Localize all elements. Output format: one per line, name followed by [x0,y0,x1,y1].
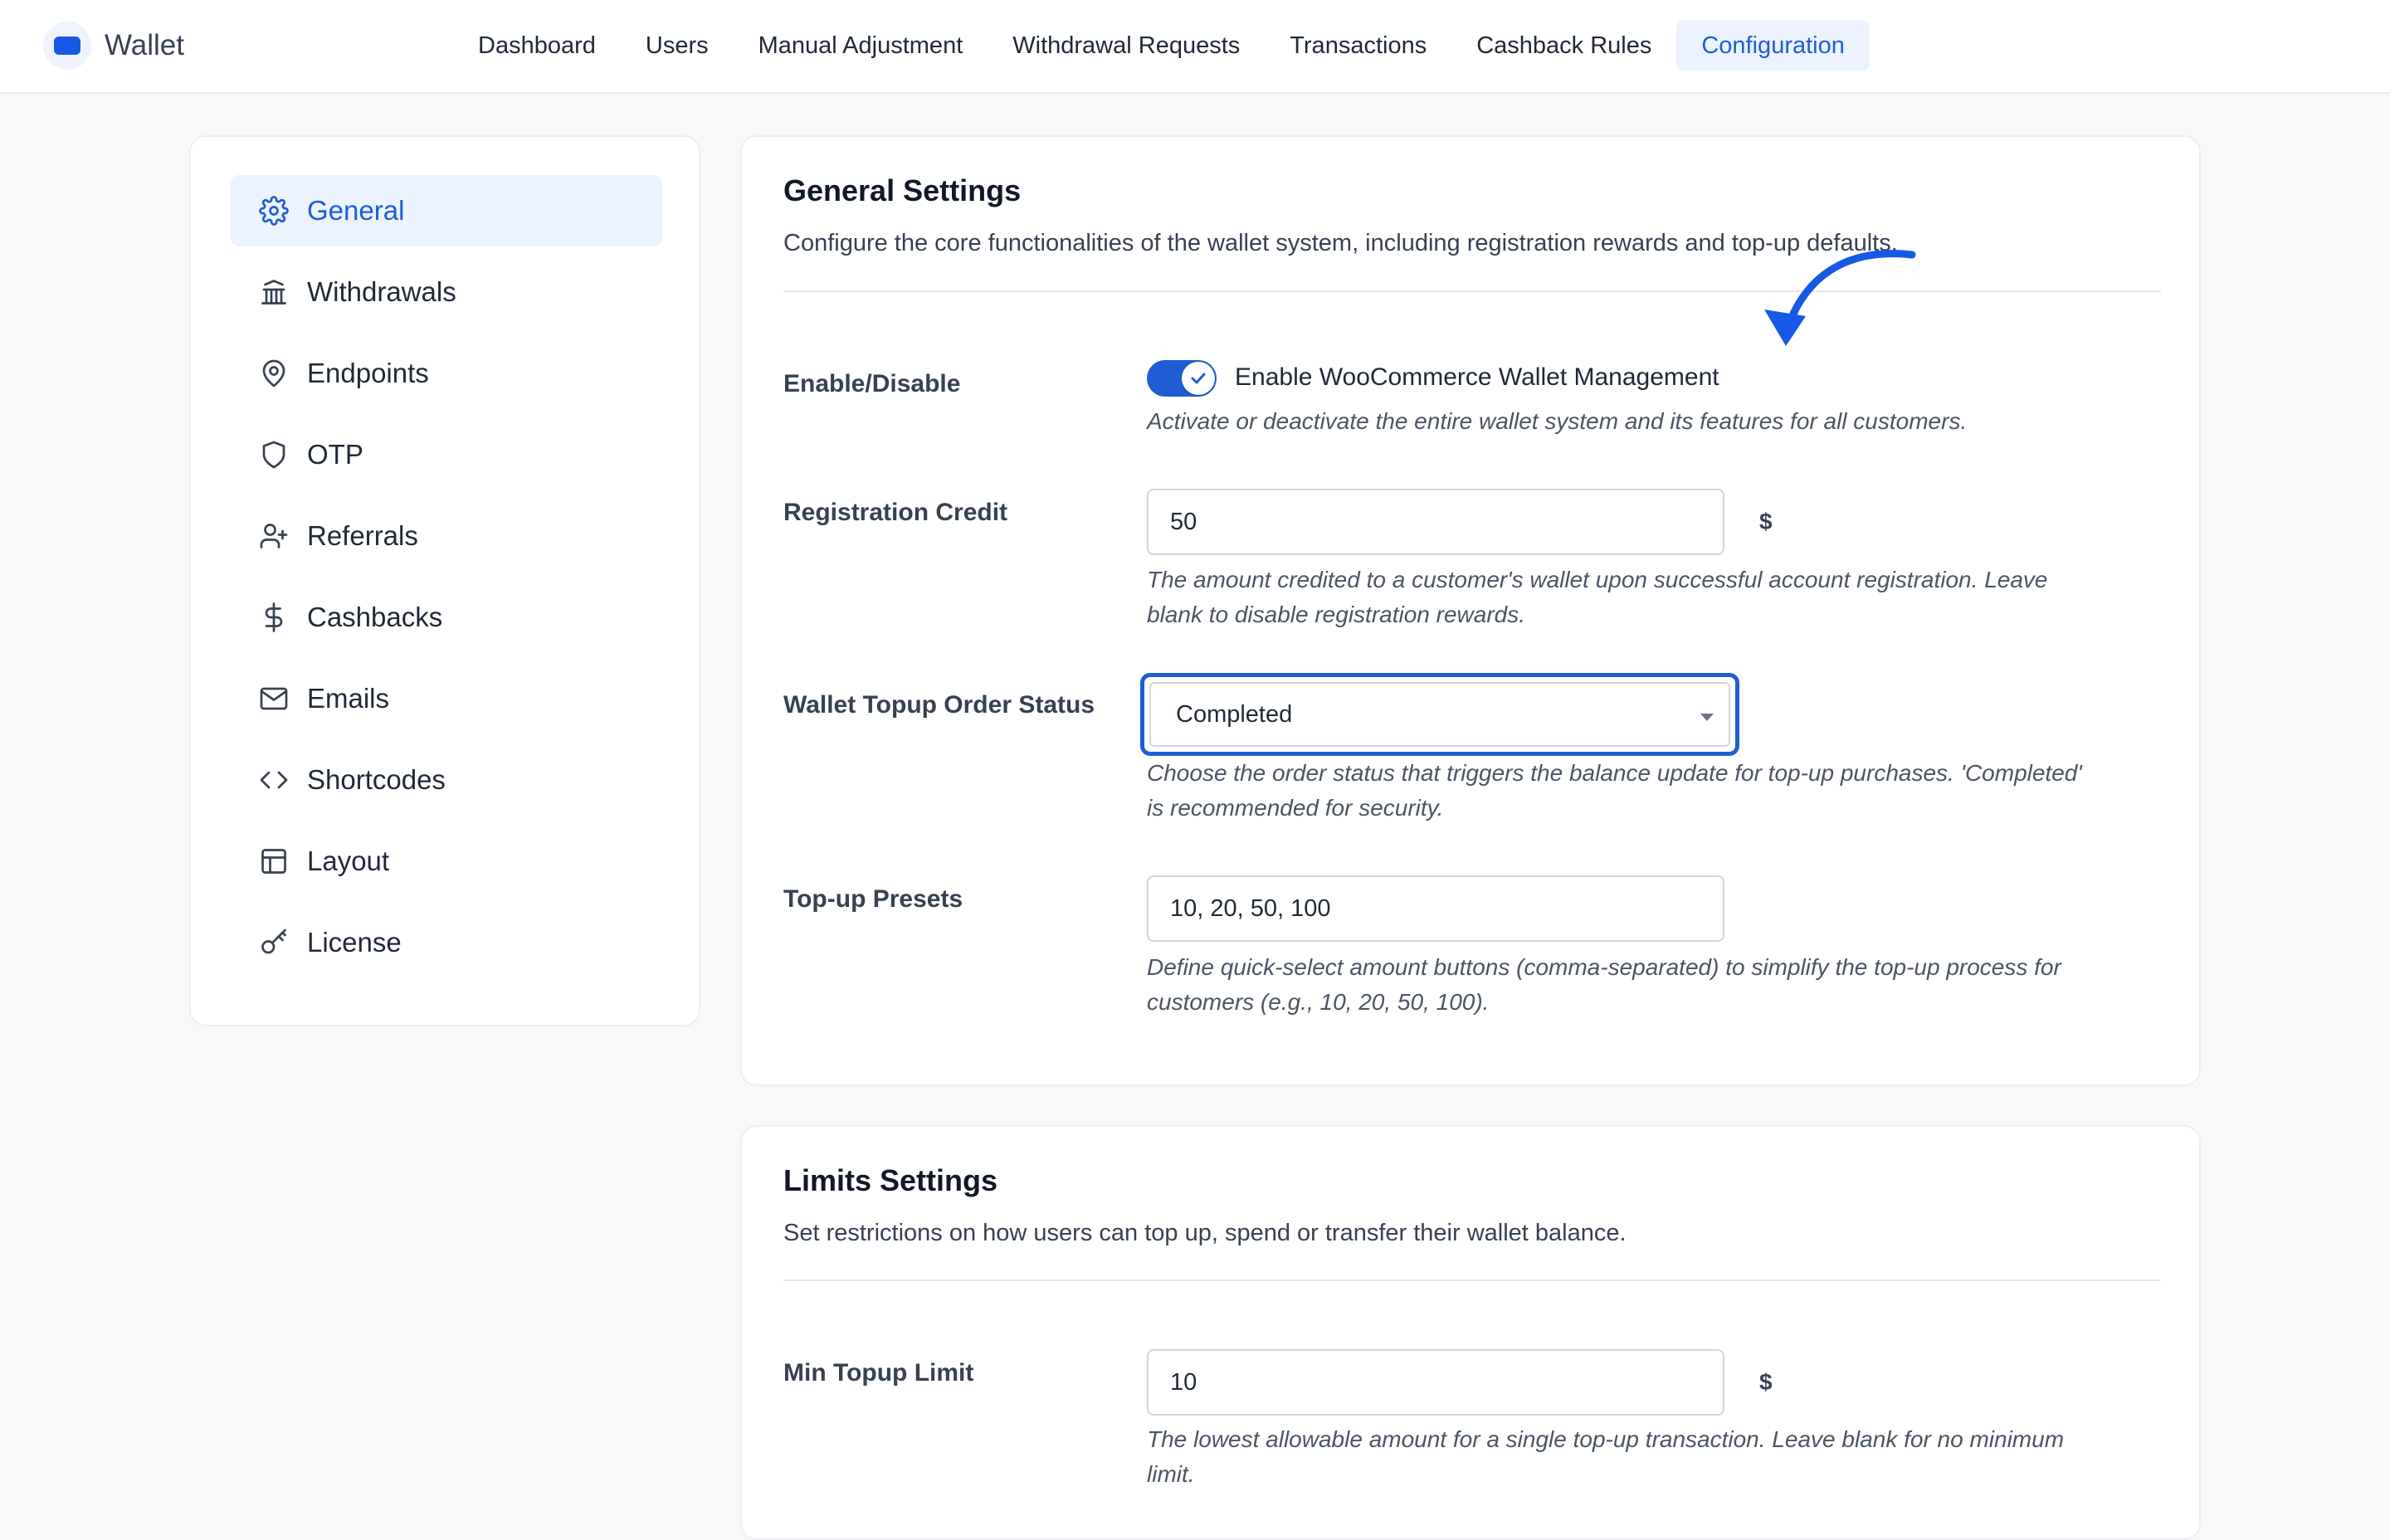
brand[interactable]: Wallet [43,20,184,71]
select-value: Completed [1176,700,1293,728]
sidebar-item-label: Emails [307,683,390,714]
sidebar-item-layout[interactable]: Layout [231,826,662,897]
gear-icon [259,196,289,226]
sidebar-item-label: General [307,195,405,226]
sidebar-item-license[interactable]: License [231,907,662,978]
sidebar-item-label: Shortcodes [307,764,446,795]
wallet-icon [43,22,91,70]
topup-status-help-line1: Choose the order status that triggers th… [1147,760,2082,786]
topup-presets-help-line2: customers (e.g., 10, 20, 50, 100). [1147,989,1490,1015]
topup-order-status-label: Wallet Topup Order Status [783,691,1095,719]
sidebar-item-label: Referrals [307,520,418,551]
topup-presets-label: Top-up Presets [783,885,963,913]
topup-status-help-line2: is recommended for security. [1147,795,1444,821]
sidebar-item-referrals[interactable]: Referrals [231,500,662,572]
enable-help-text: Activate or deactivate the entire wallet… [1147,408,1968,434]
registration-credit-label: Registration Credit [783,499,1008,526]
mail-icon [260,687,288,710]
nav-cashback-rules[interactable]: Cashback Rules [1451,20,1676,71]
limits-settings-title: Limits Settings [783,1163,998,1197]
settings-sidebar: General Withdrawals Endpoints OTP Referr… [189,135,700,1026]
topup-order-status-select-highlight[interactable]: Completed [1140,673,1739,756]
divider [783,1279,2161,1281]
shield-icon [262,441,285,469]
nav-manual-adjustment[interactable]: Manual Adjustment [734,20,988,71]
topup-presets-input[interactable] [1147,875,1724,942]
min-topup-help-line2: limit. [1147,1461,1195,1487]
top-navigation-bar: Wallet Dashboard Users Manual Adjustment… [0,0,2390,94]
wallet-enable-toggle-label[interactable]: Enable WooCommerce Wallet Management [1235,363,1719,392]
currency-suffix: $ [1759,1369,1773,1395]
code-icon [260,771,288,789]
divider [783,290,2161,292]
currency-suffix: $ [1759,509,1773,534]
sidebar-item-cashbacks[interactable]: Cashbacks [231,582,662,653]
min-topup-limit-label: Min Topup Limit [783,1359,974,1386]
min-topup-help-line1: The lowest allowable amount for a single… [1147,1426,2065,1452]
nav-transactions[interactable]: Transactions [1265,20,1451,71]
sidebar-item-emails[interactable]: Emails [231,663,662,734]
user-plus-icon [260,524,288,548]
key-icon [261,928,286,954]
sidebar-item-label: Cashbacks [307,602,443,632]
layout-icon [261,849,286,874]
general-settings-title: General Settings [783,173,1022,207]
nav-dashboard[interactable]: Dashboard [453,20,621,71]
bank-icon [261,280,286,305]
wallet-enable-toggle[interactable] [1147,360,1217,397]
main-nav: Dashboard Users Manual Adjustment Withdr… [453,20,1870,71]
sidebar-item-general[interactable]: General [231,175,662,246]
sidebar-item-otp[interactable]: OTP [231,419,662,490]
sidebar-item-label: Endpoints [307,358,429,388]
callout-arrow-icon [1764,250,1916,346]
registration-credit-help-line1: The amount credited to a customer's wall… [1147,567,2048,592]
app-title: Wallet [105,29,184,61]
topup-presets-help-line1: Define quick-select amount buttons (comm… [1147,954,2061,980]
sidebar-item-withdrawals[interactable]: Withdrawals [231,256,662,328]
check-icon [1182,362,1215,395]
min-topup-limit-input[interactable] [1147,1349,1724,1416]
limits-settings-card: Limits Settings Set restrictions on how … [740,1125,2201,1540]
nav-users[interactable]: Users [621,20,734,71]
registration-credit-input[interactable] [1147,489,1724,555]
general-settings-card: General Settings Configure the core func… [740,135,2201,1086]
map-pin-icon [262,359,285,387]
topup-order-status-select[interactable]: Completed [1149,682,1730,747]
limits-settings-description: Set restrictions on how users can top up… [783,1220,1627,1246]
sidebar-item-shortcodes[interactable]: Shortcodes [231,744,662,816]
dollar-icon [265,602,283,632]
sidebar-item-label: Layout [307,846,390,876]
nav-withdrawal-requests[interactable]: Withdrawal Requests [988,20,1265,71]
nav-configuration[interactable]: Configuration [1676,20,1870,71]
registration-credit-help-line2: blank to disable registration rewards. [1147,602,1526,627]
enable-disable-label: Enable/Disable [783,370,961,397]
sidebar-item-endpoints[interactable]: Endpoints [231,338,662,409]
chevron-down-icon [1700,714,1714,721]
sidebar-item-label: OTP [307,439,363,470]
sidebar-item-label: License [307,927,402,958]
sidebar-item-label: Withdrawals [307,276,456,307]
